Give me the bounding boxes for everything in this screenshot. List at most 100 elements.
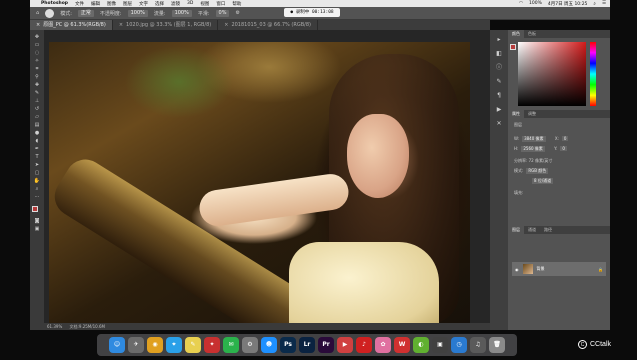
lock-icon[interactable]: 🔒 xyxy=(598,267,603,272)
healing-tool-icon[interactable]: ✚ xyxy=(33,82,41,88)
tab-adjustments[interactable]: 调整 xyxy=(524,110,540,118)
document-canvas-area[interactable] xyxy=(44,30,490,330)
wps-icon[interactable]: W xyxy=(394,337,410,353)
safari-icon[interactable]: ⌖ xyxy=(166,337,182,353)
tab-layers[interactable]: 图层 xyxy=(508,226,524,234)
document-image[interactable] xyxy=(49,42,470,328)
settings-gear-icon[interactable]: ⚙ xyxy=(235,10,239,16)
lasso-tool-icon[interactable]: ◌ xyxy=(33,50,41,56)
home-icon[interactable]: ⌂ xyxy=(36,10,39,16)
brush-preset-icon[interactable] xyxy=(45,8,55,18)
wifi-icon[interactable]: ◠ xyxy=(519,1,523,6)
tab-document-1[interactable]: × 原图_PC @ 61.3%(RGB/8) xyxy=(30,20,113,30)
info-panel-icon[interactable]: ⓘ xyxy=(495,64,503,72)
gradient-tool-icon[interactable]: ▤ xyxy=(33,122,41,128)
menu-item-layer[interactable]: 图层 xyxy=(123,1,132,7)
color-swatches[interactable] xyxy=(32,206,42,216)
close-icon[interactable]: × xyxy=(36,22,40,28)
lightroom-icon[interactable]: Lr xyxy=(299,337,315,353)
height-field[interactable]: 2560 像素 xyxy=(521,146,545,152)
clock-icon[interactable]: ◷ xyxy=(451,337,467,353)
netease-icon[interactable]: ♪ xyxy=(356,337,372,353)
photoshop-icon[interactable]: Ps xyxy=(280,337,296,353)
menu-app-name[interactable]: Photoshop xyxy=(41,1,68,6)
trash-icon[interactable]: 🗑 xyxy=(489,337,505,353)
finder-icon[interactable]: ☺ xyxy=(109,337,125,353)
music-icon[interactable]: ♫ xyxy=(470,337,486,353)
history-brush-tool-icon[interactable]: ↺ xyxy=(33,106,41,112)
color-mode-select[interactable]: RGB 颜色 xyxy=(526,168,549,174)
panel-foreground-swatch[interactable] xyxy=(510,44,516,50)
eraser-tool-icon[interactable]: ▱ xyxy=(33,114,41,120)
menu-item-window[interactable]: 窗口 xyxy=(216,1,225,7)
tab-swatches[interactable]: 色板 xyxy=(524,30,540,38)
menu-item-3d[interactable]: 3D xyxy=(187,1,193,6)
flow-field[interactable]: 100% xyxy=(171,9,192,17)
screen-mode-icon[interactable]: ▣ xyxy=(33,226,41,232)
tab-properties[interactable]: 属性 xyxy=(508,110,524,118)
pen-tool-icon[interactable]: ✒ xyxy=(33,146,41,152)
monitor-icon[interactable]: ▣ xyxy=(432,337,448,353)
menu-item-edit[interactable]: 编辑 xyxy=(91,1,100,7)
tools-options-icon[interactable]: ✕ xyxy=(495,120,503,128)
search-icon[interactable]: ⌕ xyxy=(593,1,596,7)
battery-label[interactable]: 100% xyxy=(529,1,542,6)
stamp-tool-icon[interactable]: ⊥ xyxy=(33,98,41,104)
x-field[interactable]: 0 xyxy=(561,136,569,141)
close-icon[interactable]: × xyxy=(119,22,123,28)
move-tool-icon[interactable]: ✥ xyxy=(33,34,41,40)
tab-color[interactable]: 颜色 xyxy=(508,30,524,38)
bit-depth-select[interactable]: 8 位/通道 xyxy=(532,178,554,184)
game-icon[interactable]: ◐ xyxy=(413,337,429,353)
layer-name[interactable]: 背景 xyxy=(537,266,545,272)
opacity-field[interactable]: 100% xyxy=(127,9,148,17)
hand-tool-icon[interactable]: ✋ xyxy=(33,178,41,184)
path-select-tool-icon[interactable]: ➤ xyxy=(33,162,41,168)
chrome-icon[interactable]: ◉ xyxy=(147,337,163,353)
hue-slider[interactable] xyxy=(590,42,596,106)
launchpad-icon[interactable]: ✈ xyxy=(128,337,144,353)
eyedropper-tool-icon[interactable]: ⚲ xyxy=(33,74,41,80)
movie-icon[interactable]: ▶ xyxy=(337,337,353,353)
shape-tool-icon[interactable]: ▢ xyxy=(33,170,41,176)
color-picker-field[interactable] xyxy=(518,42,586,106)
settings-icon[interactable]: ⚙ xyxy=(242,337,258,353)
brush-tool-icon[interactable]: ✎ xyxy=(33,90,41,96)
quick-mask-icon[interactable]: ◙ xyxy=(33,218,41,224)
dodge-tool-icon[interactable]: ◖ xyxy=(33,138,41,144)
crop-tool-icon[interactable]: ⌗ xyxy=(33,66,41,72)
brush-panel-icon[interactable]: ✎ xyxy=(495,78,503,86)
recording-timer[interactable]: ● 录制中 00:13:08 xyxy=(284,8,340,17)
clock-label[interactable]: 4月7日 周五 10:25 xyxy=(548,1,588,7)
zoom-tool-icon[interactable]: ⌕ xyxy=(33,186,41,192)
smooth-field[interactable]: 0% xyxy=(215,9,230,17)
menu-item-type[interactable]: 文字 xyxy=(139,1,148,7)
close-icon[interactable]: × xyxy=(224,22,228,28)
wechat-icon[interactable]: ✉ xyxy=(223,337,239,353)
history-panel-icon[interactable]: ▸ xyxy=(495,36,503,44)
zoom-level[interactable]: 61.39% xyxy=(47,324,62,329)
menu-item-select[interactable]: 选择 xyxy=(155,1,164,7)
tab-paths[interactable]: 路径 xyxy=(540,226,556,234)
notes-icon[interactable]: ✎ xyxy=(185,337,201,353)
mode-select[interactable]: 正常 xyxy=(77,9,94,17)
menu-item-image[interactable]: 图像 xyxy=(107,1,116,7)
tab-channels[interactable]: 通道 xyxy=(524,226,540,234)
y-field[interactable]: 0 xyxy=(560,146,567,151)
eye-icon[interactable]: ◉ xyxy=(515,267,519,272)
menu-item-file[interactable]: 文件 xyxy=(75,1,84,7)
menu-item-filter[interactable]: 滤镜 xyxy=(171,1,180,7)
blur-tool-icon[interactable]: ● xyxy=(33,130,41,136)
more-tools-icon[interactable]: ⋯ xyxy=(33,194,41,200)
adjust-panel-icon[interactable]: ◧ xyxy=(495,50,503,58)
width-field[interactable]: 3840 像素 xyxy=(522,136,546,142)
quick-select-tool-icon[interactable]: ✧ xyxy=(33,58,41,64)
marquee-tool-icon[interactable]: ▭ xyxy=(33,42,41,48)
tab-document-2[interactable]: × 1020.jpg @ 33.3% (图层 1, RGB/8) xyxy=(113,20,219,30)
paragraph-panel-icon[interactable]: ¶ xyxy=(495,92,503,100)
tab-document-3[interactable]: × 20181015_03 @ 66.7% (RGB/8) xyxy=(218,20,318,30)
photos-icon[interactable]: ✿ xyxy=(375,337,391,353)
menu-item-help[interactable]: 帮助 xyxy=(232,1,241,7)
qq-icon[interactable]: ☻ xyxy=(261,337,277,353)
actions-panel-icon[interactable]: ▶ xyxy=(495,106,503,114)
